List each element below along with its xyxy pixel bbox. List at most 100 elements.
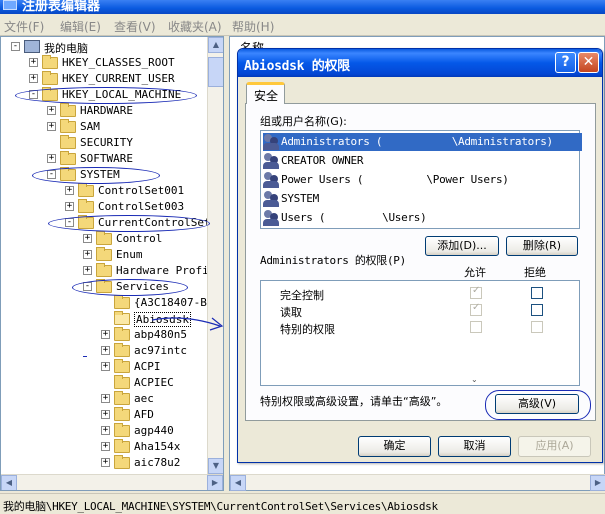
folder-icon <box>114 295 130 309</box>
tree-item-label[interactable]: Hardware Profil <box>116 264 215 277</box>
folder-icon <box>114 391 130 405</box>
scroll-right-arrow-icon[interactable]: ▶ <box>207 475 223 490</box>
close-icon[interactable]: ✕ <box>578 52 599 73</box>
collapse-minus-icon[interactable]: - <box>11 42 20 51</box>
expand-plus-icon[interactable]: + <box>65 202 74 211</box>
tree-item-label[interactable]: ControlSet001 <box>98 184 184 197</box>
expand-plus-icon[interactable]: + <box>47 122 56 131</box>
folder-icon <box>78 199 94 213</box>
folder-icon <box>60 103 76 117</box>
tree-item-label[interactable]: SOFTWARE <box>80 152 133 165</box>
expand-plus-icon[interactable]: + <box>101 330 110 339</box>
menu-file[interactable]: 文件(F) <box>4 18 44 35</box>
user-list-item[interactable]: Power Users ( \Power Users) <box>263 171 582 189</box>
tree-item-label[interactable]: SECURITY <box>80 136 133 149</box>
tree-item-label[interactable]: agp440 <box>134 424 174 437</box>
main-title-bar: 注册表编辑器 <box>0 0 605 14</box>
permission-name: 特别的权限 <box>280 323 335 336</box>
tree-item-label[interactable]: Control <box>116 232 162 245</box>
deny-checkbox[interactable] <box>531 304 543 316</box>
folder-icon <box>96 231 112 245</box>
tree-item-label[interactable]: HARDWARE <box>80 104 133 117</box>
user-list-item[interactable]: SYSTEM <box>263 190 582 208</box>
tree-item-label[interactable]: 我的电脑 <box>44 40 88 56</box>
dialog-title-bar[interactable]: Abiosdsk 的权限 ? ✕ <box>238 49 602 77</box>
folder-icon <box>114 423 130 437</box>
expand-plus-icon[interactable]: + <box>101 458 110 467</box>
cancel-button[interactable]: 取消 <box>438 436 511 457</box>
expand-plus-icon[interactable]: + <box>47 106 56 115</box>
expand-plus-icon[interactable]: + <box>101 394 110 403</box>
user-list-item[interactable]: Users ( \Users) <box>263 209 582 227</box>
scroll-left-arrow-icon[interactable]: ◀ <box>230 475 246 491</box>
user-list-item[interactable]: Administrators ( \Administrators) <box>263 133 582 151</box>
expand-plus-icon[interactable]: + <box>101 346 110 355</box>
tree-item-label[interactable]: HKEY_CURRENT_USER <box>62 72 175 85</box>
tree-item-label[interactable]: aic78u2 <box>134 456 180 469</box>
permission-name: 读取 <box>280 306 302 319</box>
registry-tree-pane[interactable]: - 我的电脑 + HKEY_CLASSES_ROOT + HKEY_CURRENT_USE… <box>0 36 224 491</box>
expand-plus-icon[interactable]: + <box>47 154 56 163</box>
tree-item-label[interactable]: Enum <box>116 248 143 261</box>
remove-button[interactable]: 删除(R) <box>506 236 578 256</box>
tree-item-label[interactable]: AFD <box>134 408 154 421</box>
tree-item-label[interactable]: ControlSet003 <box>98 200 184 213</box>
allow-checkbox[interactable] <box>470 285 482 299</box>
user-list-item[interactable]: CREATOR OWNER <box>263 152 582 170</box>
tree-horizontal-scrollbar[interactable]: ◀ ▶ <box>1 474 223 490</box>
user-name: Power Users ( \Power Users) <box>281 173 509 186</box>
scroll-thumb[interactable] <box>208 57 223 87</box>
menu-edit[interactable]: 编辑(E) <box>60 18 101 35</box>
advanced-hint-text: 特别权限或高级设置，请单击“高级”。 <box>260 395 448 408</box>
expand-plus-icon[interactable]: + <box>101 442 110 451</box>
deny-checkbox[interactable] <box>531 321 543 333</box>
folder-icon <box>60 119 76 133</box>
scroll-down-arrow-icon[interactable]: ▼ <box>208 458 223 474</box>
expand-plus-icon[interactable]: + <box>29 74 38 83</box>
expand-plus-icon[interactable]: + <box>101 362 110 371</box>
tree-item-label[interactable]: {A3C18407-B <box>134 296 207 309</box>
annotation-oval-advanced <box>485 390 591 420</box>
deny-checkbox[interactable] <box>531 287 543 299</box>
expand-plus-icon[interactable]: + <box>101 410 110 419</box>
expand-plus-icon[interactable]: + <box>83 234 92 243</box>
user-group-icon <box>263 172 279 188</box>
tree-item-label[interactable]: SAM <box>80 120 100 133</box>
tree-item-label[interactable]: ACPI <box>134 360 161 373</box>
tree-item-label[interactable]: HKEY_CLASSES_ROOT <box>62 56 175 69</box>
menu-view[interactable]: 查看(V) <box>114 18 156 35</box>
expand-plus-icon[interactable]: + <box>101 426 110 435</box>
tree-item-label[interactable]: ac97intc <box>134 344 187 357</box>
add-button[interactable]: 添加(D)... <box>425 236 499 256</box>
tree-item-label[interactable]: aec <box>134 392 154 405</box>
allow-checkbox[interactable] <box>470 302 482 316</box>
expand-plus-icon[interactable]: + <box>65 186 74 195</box>
menu-favorites[interactable]: 收藏夹(A) <box>168 18 222 35</box>
tree-item-label[interactable]: ACPIEC <box>134 376 174 389</box>
annotation-oval-currentcontrolset <box>48 215 210 232</box>
apply-button[interactable]: 应用(A) <box>518 436 591 457</box>
permission-row: 特别的权限 <box>261 319 571 336</box>
allow-checkbox[interactable] <box>470 321 482 333</box>
scroll-up-arrow-icon[interactable]: ▲ <box>208 37 223 53</box>
expand-plus-icon[interactable]: + <box>83 266 92 275</box>
ok-button[interactable]: 确定 <box>358 436 431 457</box>
user-group-icon <box>263 134 279 150</box>
help-icon[interactable]: ? <box>555 52 576 73</box>
expand-plus-icon[interactable]: + <box>83 250 92 259</box>
tree-vertical-scrollbar[interactable]: ▲ ▼ <box>207 37 223 474</box>
tree-item-label[interactable]: Aha154x <box>134 440 180 453</box>
users-listbox[interactable]: Administrators ( \Administrators) CREATOR… <box>260 130 582 229</box>
tab-security[interactable]: 安全 <box>246 82 285 104</box>
scroll-left-arrow-icon[interactable]: ◀ <box>1 475 17 490</box>
annotation-oval-system <box>32 167 160 184</box>
open-folder-icon <box>114 311 130 325</box>
values-horizontal-scrollbar[interactable]: ◀ ▶ <box>230 474 605 491</box>
scroll-right-arrow-icon[interactable]: ▶ <box>590 475 605 491</box>
menu-bar: 文件(F) 编辑(E) 查看(V) 收藏夹(A) 帮助(H) <box>0 15 605 36</box>
status-path: 我的电脑\HKEY_LOCAL_MACHINE\SYSTEM\CurrentCo… <box>3 500 438 513</box>
dialog-title: Abiosdsk 的权限 <box>244 59 350 74</box>
menu-help[interactable]: 帮助(H) <box>232 18 274 35</box>
expand-plus-icon[interactable]: + <box>29 58 38 67</box>
annotation-dash <box>83 356 87 357</box>
